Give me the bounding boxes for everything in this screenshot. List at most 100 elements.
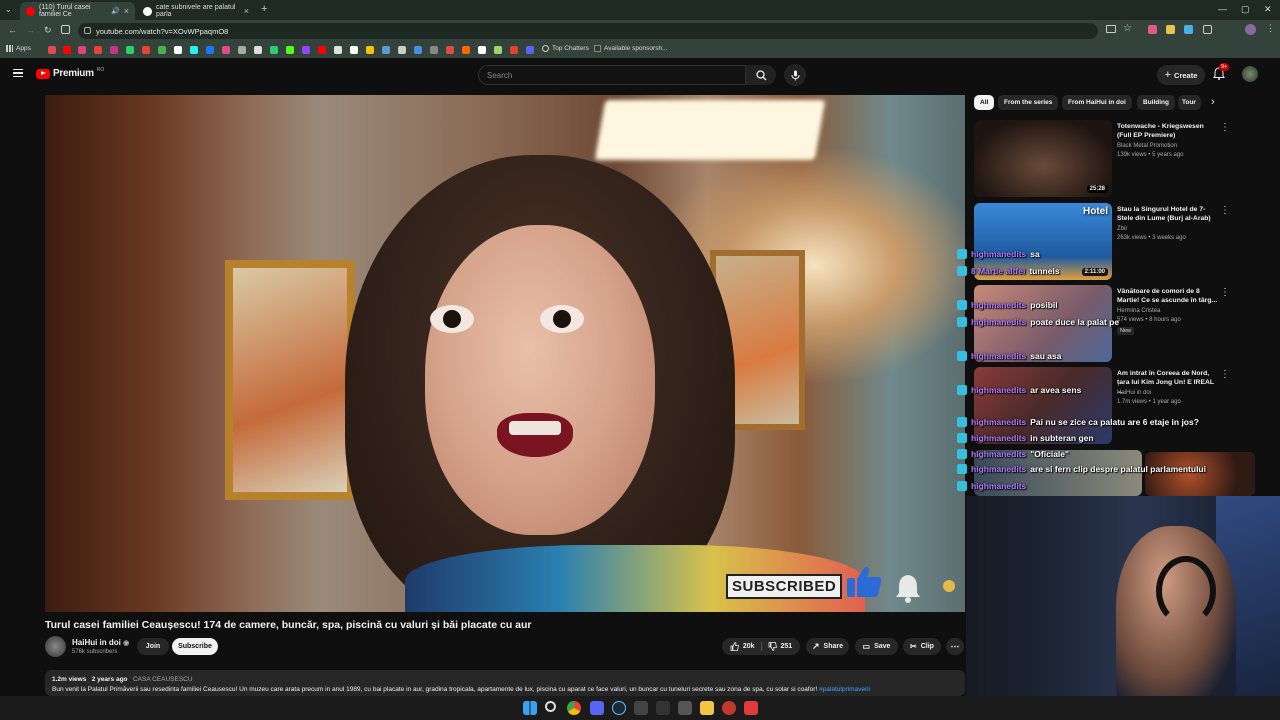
bookmark-icon[interactable]: [430, 46, 438, 54]
bookmark-icon[interactable]: [382, 46, 390, 54]
browser-menu-icon[interactable]: ⋮: [1266, 23, 1275, 34]
steam-icon[interactable]: [612, 701, 626, 715]
like-button[interactable]: 20k: [730, 642, 762, 651]
clip-button[interactable]: ✂ Clip: [903, 638, 941, 655]
bookmark-icon[interactable]: [478, 46, 486, 54]
more-actions-button[interactable]: ⋯: [946, 638, 964, 655]
close-icon[interactable]: ×: [124, 6, 129, 16]
bookmark-star-icon[interactable]: ☆: [1123, 23, 1132, 34]
search-button[interactable]: [746, 65, 776, 85]
join-button[interactable]: Join: [137, 638, 169, 655]
more-vert-icon[interactable]: ⋮: [1220, 287, 1230, 298]
maximize-icon[interactable]: ▢: [1241, 4, 1250, 15]
bookmark-icon[interactable]: [414, 46, 422, 54]
reload-icon[interactable]: ↻: [44, 25, 52, 36]
bookmark-icon[interactable]: [94, 46, 102, 54]
channel-avatar[interactable]: [45, 636, 66, 657]
create-button[interactable]: + Create: [1157, 65, 1205, 85]
description-hashtag[interactable]: #palatulprimaverii: [819, 686, 870, 693]
voice-search-button[interactable]: [784, 64, 806, 86]
profile-avatar[interactable]: [1245, 24, 1256, 35]
bookmark-icon[interactable]: [366, 46, 374, 54]
bookmark-icon[interactable]: [158, 46, 166, 54]
bookmark-icon[interactable]: [350, 46, 358, 54]
tab-search[interactable]: cate subnivele are palatul parla ×: [137, 2, 255, 20]
save-button[interactable]: ▭ Save: [855, 638, 898, 655]
chrome-icon[interactable]: [567, 701, 581, 715]
more-vert-icon[interactable]: ⋮: [1220, 205, 1230, 216]
windows-start-icon[interactable]: [523, 701, 537, 715]
window-close-icon[interactable]: ✕: [1264, 4, 1272, 15]
channel-name[interactable]: HaiHui in doi ◉: [72, 638, 129, 647]
bookmark-icon[interactable]: [398, 46, 406, 54]
recommendation-thumbnail[interactable]: 25:28: [974, 120, 1112, 197]
bookmark-icon[interactable]: [526, 46, 534, 54]
description-box[interactable]: 1.2m views 2 years ago CASA CEAUȘESCU Bu…: [45, 670, 965, 696]
account-avatar[interactable]: [1242, 66, 1258, 82]
chip-from-series[interactable]: From the series: [998, 95, 1059, 110]
close-icon[interactable]: ×: [244, 6, 249, 16]
search-input[interactable]: Search: [478, 65, 746, 85]
bookmark-icon[interactable]: [48, 46, 56, 54]
extension-icon[interactable]: [1166, 25, 1175, 34]
bookmark-apps[interactable]: Apps: [6, 45, 31, 52]
app-icon[interactable]: [656, 701, 670, 715]
bookmark-icon[interactable]: [126, 46, 134, 54]
subscribe-button[interactable]: Subscribe: [172, 638, 218, 655]
chip-tour[interactable]: Tour: [1178, 95, 1201, 110]
chips-next-icon[interactable]: ›: [1211, 96, 1215, 108]
share-button[interactable]: ↗ Share: [806, 638, 849, 655]
chip-building[interactable]: Building: [1137, 95, 1175, 110]
bookmark-icon[interactable]: [302, 46, 310, 54]
file-explorer-icon[interactable]: [700, 701, 714, 715]
bookmark-icon[interactable]: [78, 46, 86, 54]
chip-from-channel[interactable]: From HaiHui in doi: [1062, 95, 1132, 110]
minimize-icon[interactable]: —: [1218, 4, 1227, 14]
split-view-icon[interactable]: [61, 25, 70, 34]
bookmark-icon[interactable]: [142, 46, 150, 54]
tab-youtube[interactable]: (110) Turul casei familiei Ce 🔊 ×: [20, 2, 135, 20]
bookmark-top-chatters[interactable]: Top Chatters: [542, 45, 589, 52]
url-input[interactable]: youtube.com/watch?v=XOvWPpaqmO8: [78, 23, 1098, 39]
search-icon[interactable]: [545, 701, 556, 712]
extensions-puzzle-icon[interactable]: [1203, 25, 1212, 34]
bookmark-icon[interactable]: [222, 46, 230, 54]
bookmark-icon[interactable]: [270, 46, 278, 54]
app-icon[interactable]: [634, 701, 648, 715]
forward-icon[interactable]: →: [26, 25, 35, 35]
more-vert-icon[interactable]: ⋮: [1220, 369, 1230, 380]
bookmark-icon[interactable]: [254, 46, 262, 54]
video-player[interactable]: SUBSCRIBED: [45, 95, 965, 612]
app-icon[interactable]: [678, 701, 692, 715]
bookmark-icon[interactable]: [318, 46, 326, 54]
extension-icon[interactable]: [1148, 25, 1157, 34]
bookmark-icon[interactable]: [190, 46, 198, 54]
bookmark-icon[interactable]: [286, 46, 294, 54]
cast-icon[interactable]: [1106, 25, 1116, 33]
bookmark-icon[interactable]: [334, 46, 342, 54]
bookmark-icon[interactable]: [206, 46, 214, 54]
discord-icon[interactable]: [590, 701, 604, 715]
recommendation-item[interactable]: 25:28 Totenwache - Kriegswesen (Full EP …: [974, 120, 1264, 200]
bookmark-icon[interactable]: [446, 46, 454, 54]
dislike-button[interactable]: 251: [762, 642, 792, 651]
bookmark-icon[interactable]: [174, 46, 182, 54]
bookmark-sponsorships[interactable]: Available sponsorsh...: [594, 45, 667, 52]
bookmark-icon[interactable]: [510, 46, 518, 54]
bookmark-icon[interactable]: [63, 46, 71, 54]
hamburger-menu-icon[interactable]: [13, 69, 23, 77]
new-tab-button[interactable]: +: [261, 3, 267, 15]
bookmark-icon[interactable]: [494, 46, 502, 54]
bookmark-icon[interactable]: [238, 46, 246, 54]
back-icon[interactable]: ←: [8, 25, 17, 35]
more-vert-icon[interactable]: ⋮: [1220, 122, 1230, 133]
bookmark-icon[interactable]: [110, 46, 118, 54]
tab-menu-icon[interactable]: ⌄: [5, 5, 12, 14]
video-tag[interactable]: CASA CEAUȘESCU: [133, 676, 193, 683]
extension-icon[interactable]: [1184, 25, 1193, 34]
app-icon[interactable]: [744, 701, 758, 715]
app-icon[interactable]: [722, 701, 736, 715]
notifications-button[interactable]: 9+: [1213, 63, 1230, 85]
bookmark-icon[interactable]: [462, 46, 470, 54]
chip-all[interactable]: All: [974, 95, 995, 110]
